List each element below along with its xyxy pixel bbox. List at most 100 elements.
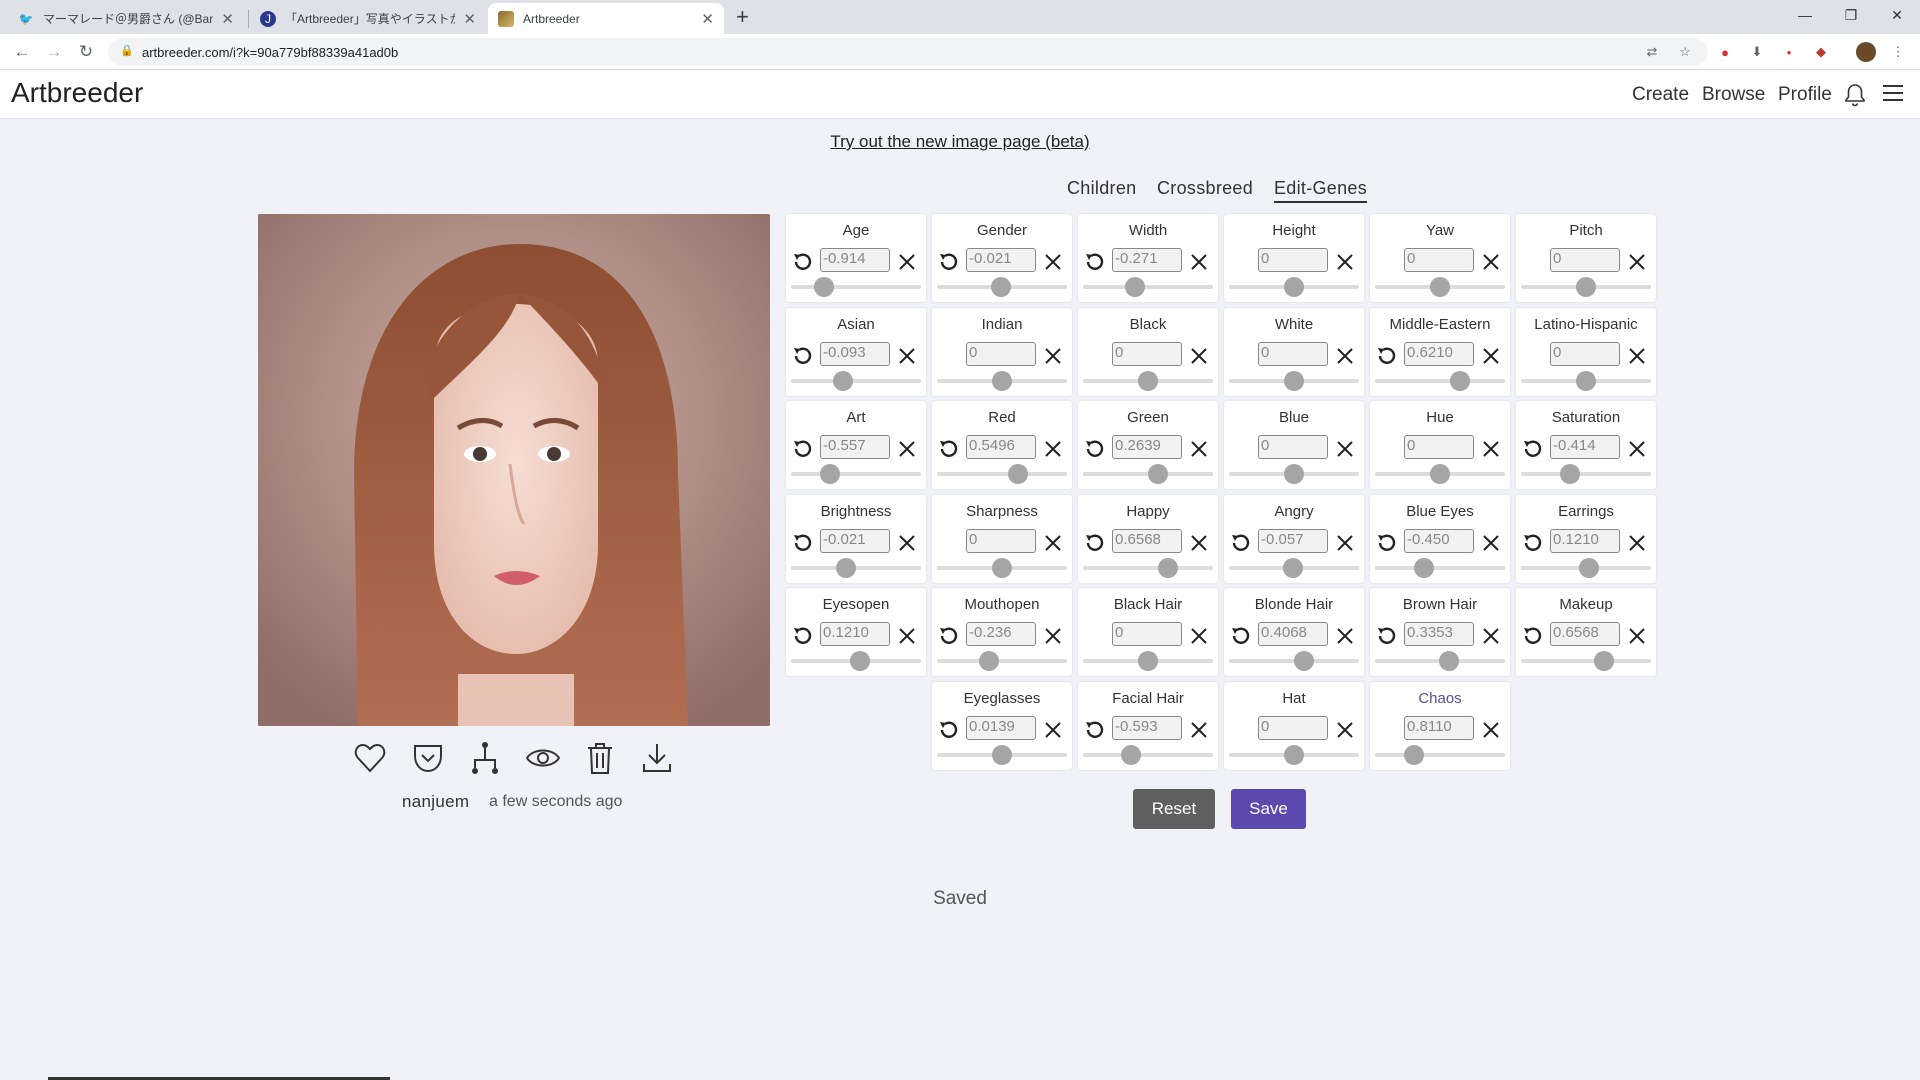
clear-gene-icon[interactable] xyxy=(1627,252,1647,272)
clear-gene-icon[interactable] xyxy=(1627,346,1647,366)
reset-gene-icon[interactable] xyxy=(1521,438,1543,460)
close-tab-icon[interactable]: ✕ xyxy=(221,10,234,28)
download-extension-icon[interactable]: ⬇ xyxy=(1747,42,1767,62)
clear-gene-icon[interactable] xyxy=(1189,252,1209,272)
restore-icon[interactable]: ❐ xyxy=(1828,0,1874,30)
gene-slider-track[interactable] xyxy=(1083,753,1213,757)
reset-gene-icon[interactable] xyxy=(937,719,959,741)
tab-crossbreed[interactable]: Crossbreed xyxy=(1157,178,1253,199)
reset-gene-icon[interactable] xyxy=(1521,625,1543,647)
gene-slider-track[interactable] xyxy=(791,379,921,383)
browser-menu-icon[interactable]: ⋮ xyxy=(1888,42,1908,62)
reset-gene-icon[interactable] xyxy=(1083,719,1105,741)
gene-value-input[interactable]: 0.5496 xyxy=(966,435,1036,459)
clear-gene-icon[interactable] xyxy=(1043,346,1063,366)
beta-page-link[interactable]: Try out the new image page (beta) xyxy=(0,132,1920,152)
gene-value-input[interactable]: 0 xyxy=(1258,342,1328,366)
clear-gene-icon[interactable] xyxy=(1335,626,1355,646)
reset-gene-icon[interactable] xyxy=(1083,251,1105,273)
gene-slider-thumb[interactable] xyxy=(1284,277,1304,297)
clear-gene-icon[interactable] xyxy=(1481,626,1501,646)
reset-gene-icon[interactable] xyxy=(791,251,813,273)
close-tab-icon[interactable]: ✕ xyxy=(463,10,476,28)
clear-gene-icon[interactable] xyxy=(1481,346,1501,366)
gene-value-input[interactable]: 0 xyxy=(1258,716,1328,740)
gene-slider-thumb[interactable] xyxy=(1138,651,1158,671)
save-button[interactable]: Save xyxy=(1231,789,1306,829)
gene-value-input[interactable]: 0.8110 xyxy=(1404,716,1474,740)
gene-slider-thumb[interactable] xyxy=(1439,651,1460,671)
clear-gene-icon[interactable] xyxy=(897,626,917,646)
browser-tab-3[interactable]: Artbreeder ✕ xyxy=(488,3,724,34)
bookmark-star-icon[interactable]: ☆ xyxy=(1675,42,1695,62)
clear-gene-icon[interactable] xyxy=(897,533,917,553)
gene-slider-thumb[interactable] xyxy=(992,558,1012,578)
reset-gene-icon[interactable] xyxy=(1521,532,1543,554)
reset-gene-icon[interactable] xyxy=(1229,532,1251,554)
new-tab-icon[interactable]: + xyxy=(736,4,749,30)
gene-slider-thumb[interactable] xyxy=(1284,745,1304,765)
gene-value-input[interactable]: 0.0139 xyxy=(966,716,1036,740)
gene-label[interactable]: Chaos xyxy=(1370,690,1510,707)
author-name[interactable]: nanjuem xyxy=(402,792,469,812)
reset-gene-icon[interactable] xyxy=(1375,345,1397,367)
clear-gene-icon[interactable] xyxy=(1481,439,1501,459)
clear-gene-icon[interactable] xyxy=(1043,720,1063,740)
gene-slider-thumb[interactable] xyxy=(992,371,1012,391)
gene-slider-track[interactable] xyxy=(1083,566,1213,570)
gene-slider-thumb[interactable] xyxy=(833,371,853,391)
reset-gene-icon[interactable] xyxy=(1083,532,1105,554)
gene-slider-thumb[interactable] xyxy=(1284,371,1304,391)
gene-slider-track[interactable] xyxy=(937,472,1067,476)
gene-slider-thumb[interactable] xyxy=(1294,651,1315,671)
gene-slider-thumb[interactable] xyxy=(849,651,870,671)
gene-slider-thumb[interactable] xyxy=(1594,651,1615,671)
gene-slider-track[interactable] xyxy=(1083,285,1213,289)
reload-icon[interactable]: ↻ xyxy=(74,40,98,64)
gene-slider-thumb[interactable] xyxy=(1284,464,1304,484)
gene-value-input[interactable]: -0.557 xyxy=(820,435,890,459)
clear-gene-icon[interactable] xyxy=(1043,626,1063,646)
trash-icon[interactable] xyxy=(582,740,618,776)
gene-value-input[interactable]: 0.1210 xyxy=(820,622,890,646)
extension-red-icon[interactable]: ● xyxy=(1715,42,1735,62)
gene-value-input[interactable]: 0.3353 xyxy=(1404,622,1474,646)
profile-avatar-icon[interactable] xyxy=(1856,42,1876,62)
gene-value-input[interactable]: 0.2639 xyxy=(1112,435,1182,459)
clear-gene-icon[interactable] xyxy=(1335,439,1355,459)
url-field[interactable]: 🔒 artbreeder.com/i?k=90a779bf88339a41ad0… xyxy=(108,38,1708,66)
reset-gene-icon[interactable] xyxy=(1375,625,1397,647)
gene-value-input[interactable]: -0.021 xyxy=(820,529,890,553)
gene-slider-thumb[interactable] xyxy=(1414,558,1435,578)
gene-value-input[interactable]: 0.6210 xyxy=(1404,342,1474,366)
gene-slider-thumb[interactable] xyxy=(1125,277,1145,297)
gene-value-input[interactable]: 0 xyxy=(1112,342,1182,366)
reset-gene-icon[interactable] xyxy=(1229,625,1251,647)
gene-slider-thumb[interactable] xyxy=(1449,371,1470,391)
gene-slider-track[interactable] xyxy=(1375,566,1505,570)
clear-gene-icon[interactable] xyxy=(1189,346,1209,366)
clear-gene-icon[interactable] xyxy=(1335,252,1355,272)
gene-value-input[interactable]: 0 xyxy=(1258,435,1328,459)
clear-gene-icon[interactable] xyxy=(897,252,917,272)
close-tab-icon[interactable]: ✕ xyxy=(701,10,714,28)
gene-slider-thumb[interactable] xyxy=(990,277,1011,297)
reset-gene-icon[interactable] xyxy=(937,438,959,460)
gene-slider-thumb[interactable] xyxy=(1578,558,1599,578)
reset-button[interactable]: Reset xyxy=(1133,789,1215,829)
gene-slider-thumb[interactable] xyxy=(1007,464,1028,484)
gene-value-input[interactable]: -0.914 xyxy=(820,248,890,272)
gene-value-input[interactable]: -0.414 xyxy=(1550,435,1620,459)
heart-icon[interactable] xyxy=(352,740,388,776)
gene-value-input[interactable]: -0.021 xyxy=(966,248,1036,272)
clear-gene-icon[interactable] xyxy=(1627,626,1647,646)
eye-icon[interactable] xyxy=(525,740,561,776)
tab-edit-genes[interactable]: Edit-Genes xyxy=(1274,178,1368,203)
clear-gene-icon[interactable] xyxy=(897,346,917,366)
gene-slider-track[interactable] xyxy=(1375,753,1505,757)
back-icon[interactable]: ← xyxy=(10,40,34,64)
gene-slider-track[interactable] xyxy=(1521,659,1651,663)
gene-slider-thumb[interactable] xyxy=(1430,464,1450,484)
browser-tab-2[interactable]: J 「Artbreeder」写真やイラストからパラ ✕ xyxy=(250,3,486,34)
clear-gene-icon[interactable] xyxy=(1189,626,1209,646)
